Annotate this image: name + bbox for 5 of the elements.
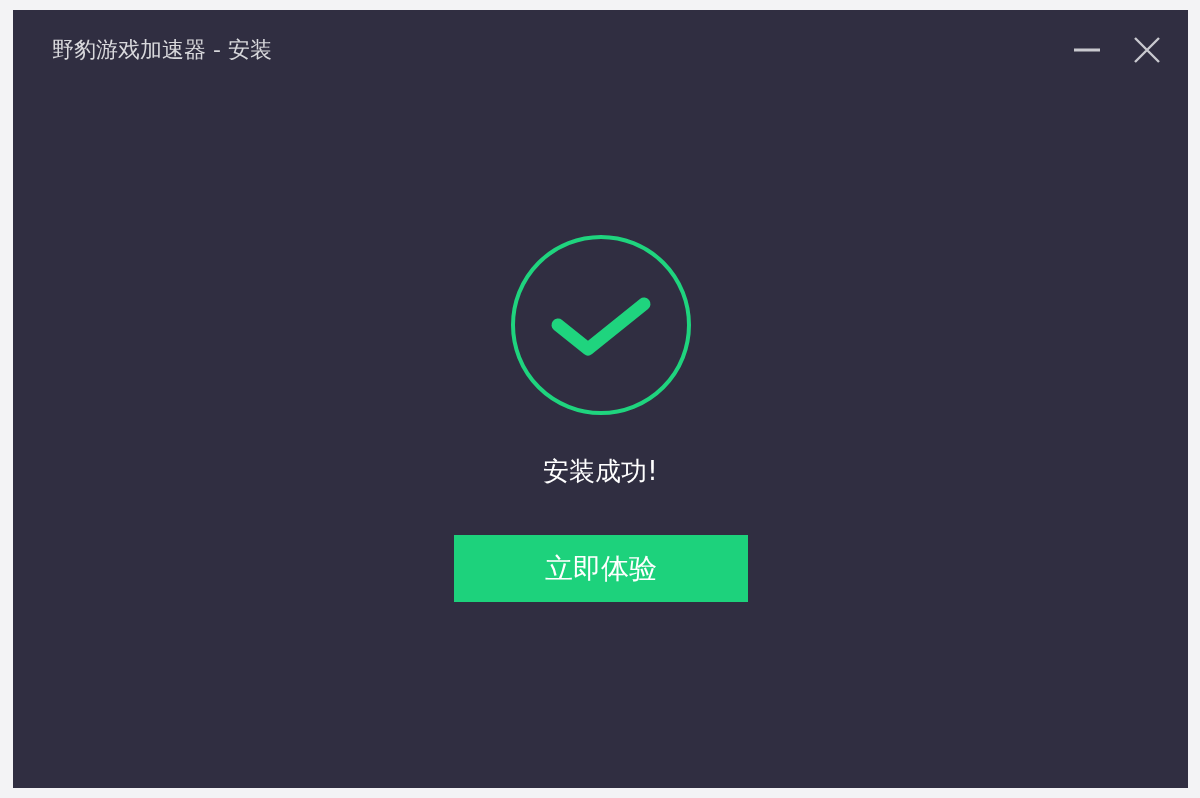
window-title: 野豹游戏加速器 - 安装 — [52, 36, 272, 64]
close-button[interactable] — [1134, 37, 1160, 63]
success-message: 安装成功! — [543, 455, 658, 488]
start-button[interactable]: 立即体验 — [453, 535, 748, 602]
success-check-icon — [509, 234, 692, 416]
